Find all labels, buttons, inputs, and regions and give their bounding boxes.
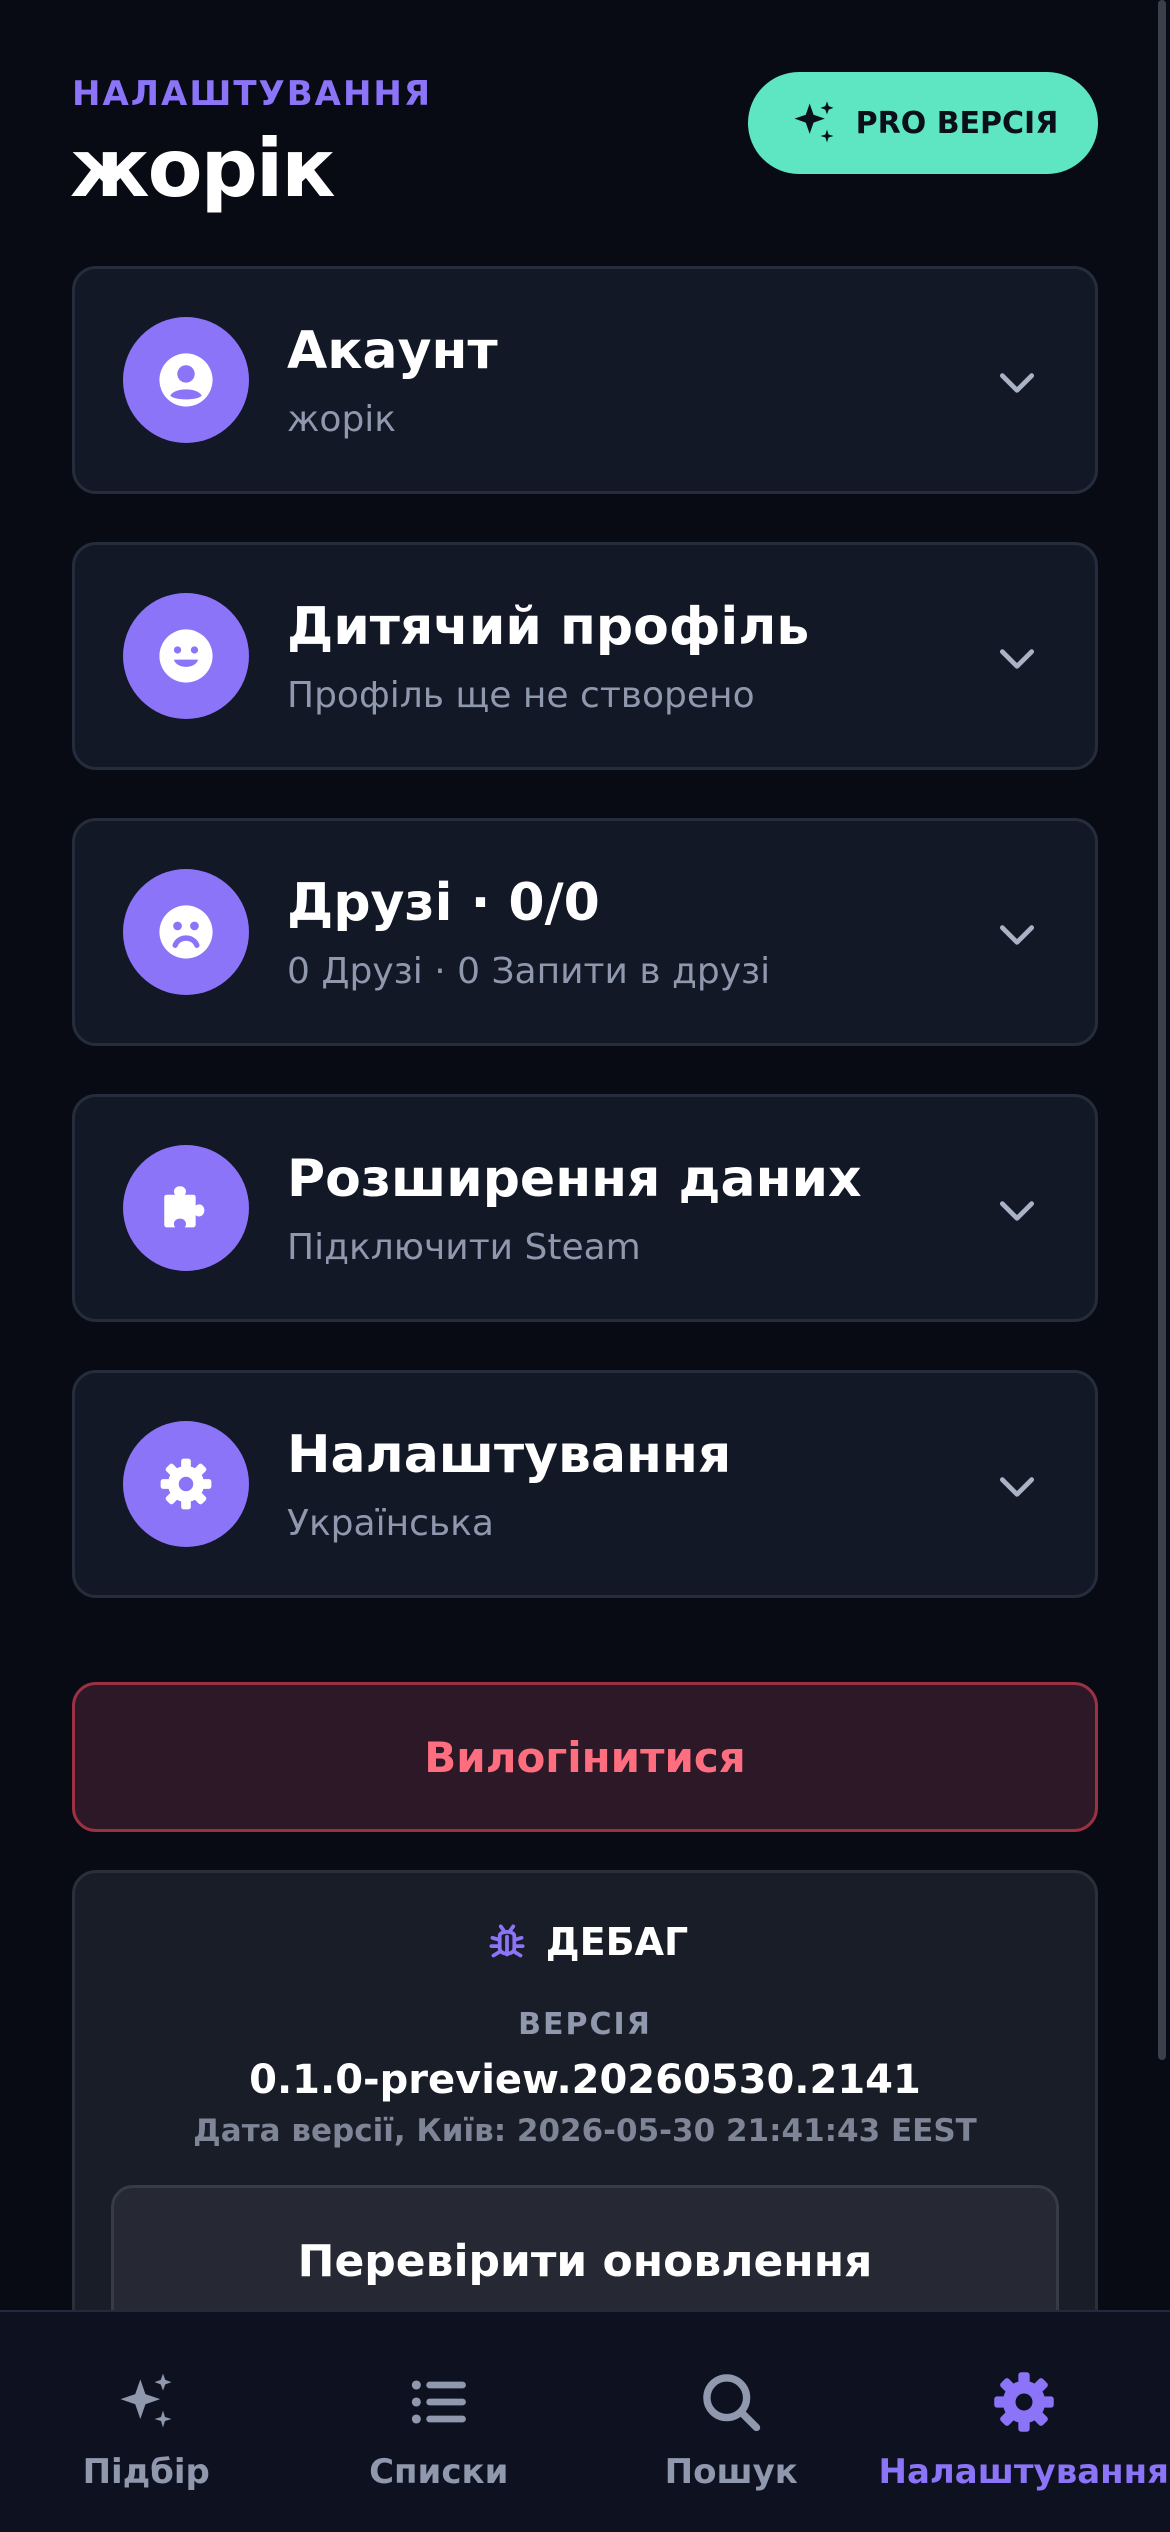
nav-item-search[interactable]: Пошук bbox=[585, 2312, 878, 2532]
section-subtitle: Підключити Steam bbox=[287, 1227, 641, 1268]
bottom-nav: Підбір Списки Пошук Налаштування bbox=[0, 2310, 1170, 2532]
search-icon bbox=[703, 2374, 761, 2432]
nav-item-discover[interactable]: Підбір bbox=[0, 2312, 293, 2532]
section-subtitle: Українська bbox=[287, 1503, 494, 1544]
sparkles-icon bbox=[120, 2373, 172, 2428]
version-date: Дата версії, Київ: 2026-05-30 21:41:43 E… bbox=[193, 2113, 977, 2149]
user-circle-icon bbox=[159, 353, 213, 407]
section-kids-profile[interactable]: Дитячий профіль Профіль ще не створено bbox=[72, 542, 1098, 770]
bug-icon bbox=[489, 1924, 525, 1958]
section-title: Друзі · 0/0 bbox=[287, 873, 600, 933]
pro-version-button[interactable]: PRO ВЕРСІЯ bbox=[748, 72, 1098, 174]
nav-label: Списки bbox=[369, 2452, 509, 2492]
chevron-down-icon bbox=[999, 373, 1035, 393]
smile-face-icon bbox=[159, 629, 213, 683]
section-account[interactable]: Акаунт жорік bbox=[72, 266, 1098, 494]
friends-face-icon bbox=[159, 905, 213, 959]
data-extensions-badge bbox=[123, 1145, 249, 1271]
nav-label: Пошук bbox=[664, 2452, 798, 2492]
nav-label: Підбір bbox=[82, 2452, 210, 2492]
chevron-down-icon bbox=[999, 1201, 1035, 1221]
puzzle-icon bbox=[164, 1186, 205, 1228]
scrollbar[interactable] bbox=[1158, 0, 1166, 2060]
chevron-down-icon bbox=[999, 1477, 1035, 1497]
debug-header: ДЕБАГ bbox=[75, 1917, 1095, 1967]
version-label: ВЕРСІЯ bbox=[518, 2007, 652, 2042]
page-title: жорік bbox=[70, 122, 336, 215]
logout-button[interactable]: Вилогінитися bbox=[72, 1682, 1098, 1832]
section-title: Дитячий профіль bbox=[287, 597, 810, 657]
settings-badge bbox=[123, 1421, 249, 1547]
section-subtitle: Профіль ще не створено bbox=[287, 675, 755, 716]
section-subtitle: жорік bbox=[287, 399, 397, 440]
nav-label: Налаштування bbox=[878, 2452, 1170, 2492]
account-badge bbox=[123, 317, 249, 443]
nav-item-settings[interactable]: Налаштування bbox=[878, 2312, 1170, 2532]
pro-version-label: PRO ВЕРСІЯ bbox=[855, 105, 1059, 141]
nav-item-lists[interactable]: Списки bbox=[293, 2312, 586, 2532]
list-icon bbox=[411, 2380, 466, 2424]
version-value: 0.1.0-preview.20260530.2141 bbox=[249, 2057, 921, 2103]
friends-badge bbox=[123, 869, 249, 995]
chevron-down-icon bbox=[999, 925, 1035, 945]
section-settings[interactable]: Налаштування Українська bbox=[72, 1370, 1098, 1598]
gear-icon bbox=[160, 1458, 212, 1510]
sparkles-icon bbox=[794, 101, 834, 143]
section-subtitle: 0 Друзі · 0 Запити в друзі bbox=[287, 951, 771, 992]
section-title: Розширення даних bbox=[287, 1149, 862, 1209]
gear-icon bbox=[994, 2372, 1054, 2432]
section-title: Акаунт bbox=[287, 321, 498, 381]
section-friends[interactable]: Друзі · 0/0 0 Друзі · 0 Запити в друзі bbox=[72, 818, 1098, 1046]
page-eyebrow: НАЛАШТУВАННЯ bbox=[72, 74, 433, 114]
settings-screen: НАЛАШТУВАННЯ жорік PRO ВЕРСІЯ Акаунт жор… bbox=[0, 0, 1170, 2532]
section-title: Налаштування bbox=[287, 1425, 732, 1485]
chevron-down-icon bbox=[999, 649, 1035, 669]
debug-title: ДЕБАГ bbox=[545, 1920, 689, 1964]
section-data-extensions[interactable]: Розширення даних Підключити Steam bbox=[72, 1094, 1098, 1322]
kids-profile-badge bbox=[123, 593, 249, 719]
